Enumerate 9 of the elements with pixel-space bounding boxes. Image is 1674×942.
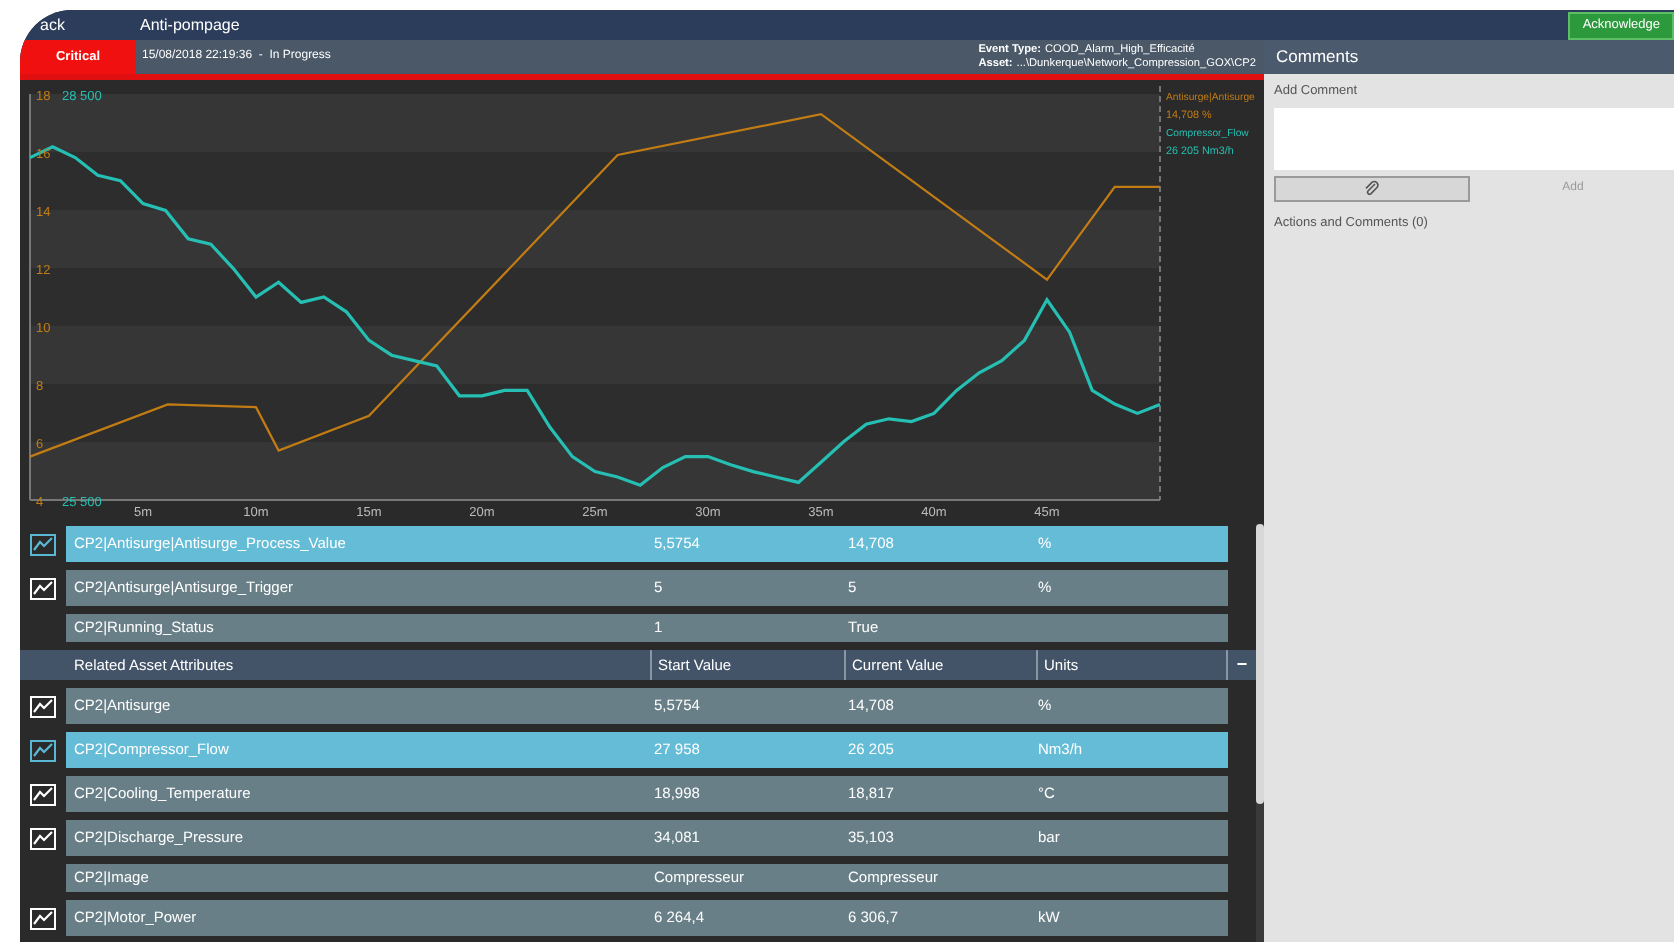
scrollbar-thumb[interactable] (1256, 524, 1264, 804)
collapse-button[interactable]: − (1228, 650, 1256, 680)
trend-icon[interactable] (30, 533, 56, 555)
page-title: Anti-pompage (140, 13, 240, 37)
comments-title: Comments (1276, 44, 1359, 70)
trend-icon[interactable] (30, 739, 56, 761)
comment-field[interactable] (1274, 107, 1674, 170)
paperclip-icon (1364, 179, 1380, 198)
back-link[interactable]: ack (40, 13, 140, 37)
